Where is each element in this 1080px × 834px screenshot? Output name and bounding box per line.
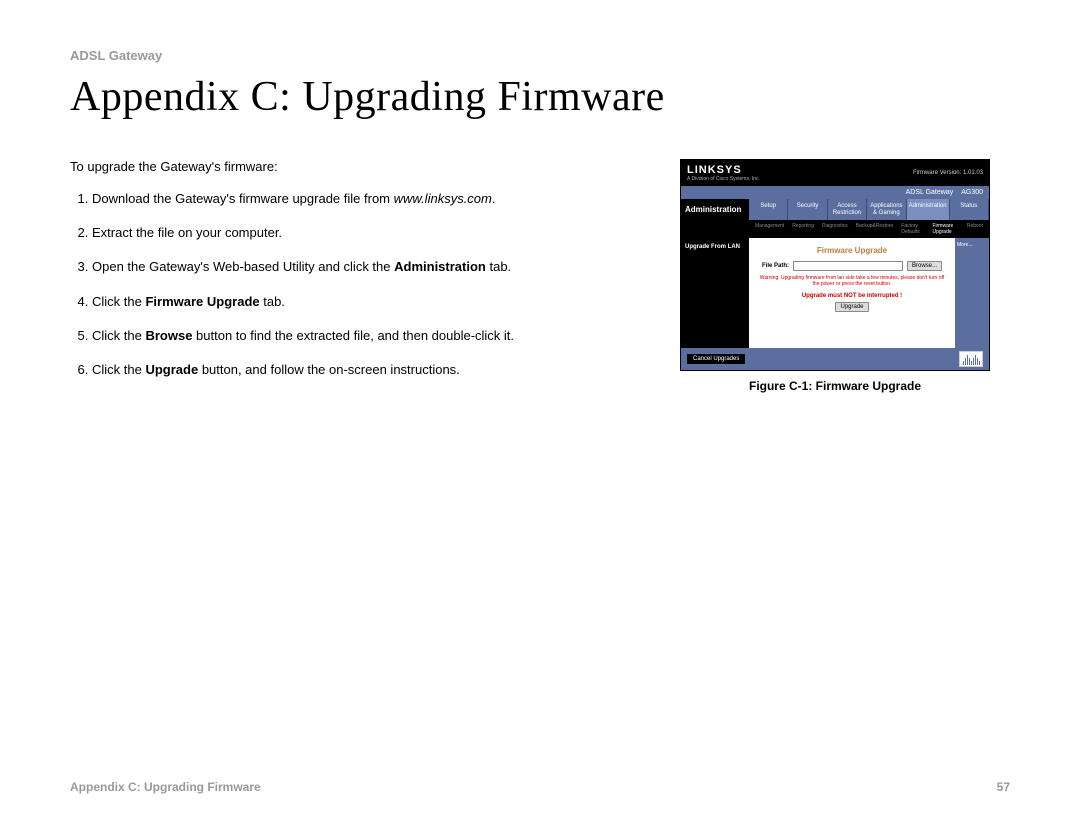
figure-column: LINKSYS A Division of Cisco Systems, Inc… <box>680 159 990 395</box>
footer-page-number: 57 <box>997 780 1010 794</box>
router-screenshot: LINKSYS A Division of Cisco Systems, Inc… <box>680 159 990 371</box>
subtab-factory[interactable]: Factory Defaults <box>899 222 926 236</box>
step-1-text-c: . <box>492 191 496 206</box>
file-input[interactable] <box>793 261 903 271</box>
subtab-reboot[interactable]: Reboot <box>965 222 985 236</box>
router-nav-label: Administration <box>681 199 749 220</box>
router-nav-row: Administration Setup Security Access Res… <box>681 199 989 220</box>
doc-header-label: ADSL Gateway <box>70 48 1010 63</box>
instructions-column: To upgrade the Gateway's firmware: Downl… <box>70 159 650 395</box>
steps-list: Download the Gateway's firmware upgrade … <box>70 190 650 379</box>
subtab-mgmt[interactable]: Management <box>753 222 786 236</box>
more-panel: More... <box>955 238 989 348</box>
step-4: Click the Firmware Upgrade tab. <box>92 293 650 311</box>
file-label: File Path: <box>762 263 789 269</box>
step-1: Download the Gateway's firmware upgrade … <box>92 190 650 208</box>
warning-text: Warning: Upgrading firmware from lan sid… <box>759 275 945 287</box>
content-row: To upgrade the Gateway's firmware: Downl… <box>70 159 1010 395</box>
step-6-text-a: Click the <box>92 362 145 377</box>
router-tabs: Setup Security Access Restriction Applic… <box>749 199 989 220</box>
file-row: File Path: Browse... <box>759 261 945 271</box>
step-6-bold: Upgrade <box>145 362 198 377</box>
subtab-diag[interactable]: Diagnostics <box>820 222 850 236</box>
step-5-bold: Browse <box>145 328 192 343</box>
cisco-logo-icon <box>959 351 983 367</box>
step-5-text-a: Click the <box>92 328 145 343</box>
cancel-button[interactable]: Cancel Upgrades <box>687 354 745 364</box>
tab-security[interactable]: Security <box>788 199 827 220</box>
router-subtabs: Management Reporting Diagnostics Backup&… <box>681 220 989 238</box>
subtab-firmware[interactable]: Firmware Upgrade <box>930 222 960 236</box>
step-3-bold: Administration <box>394 259 486 274</box>
router-form: Firmware Upgrade File Path: Browse... Wa… <box>749 238 955 348</box>
figure-caption: Figure C-1: Firmware Upgrade <box>680 379 990 393</box>
firmware-version: Firmware Version: 1.01.03 <box>913 170 983 176</box>
step-4-bold: Firmware Upgrade <box>145 294 259 309</box>
step-3-text-c: tab. <box>486 259 511 274</box>
step-2: Extract the file on your computer. <box>92 224 650 242</box>
intro-text: To upgrade the Gateway's firmware: <box>70 159 650 174</box>
router-body: Upgrade From LAN Firmware Upgrade File P… <box>681 238 989 348</box>
linksys-logo: LINKSYS <box>687 164 760 176</box>
step-3-text-a: Open the Gateway's Web-based Utility and… <box>92 259 394 274</box>
tab-apps[interactable]: Applications & Gaming <box>867 199 906 220</box>
page-footer: Appendix C: Upgrading Firmware 57 <box>70 780 1010 794</box>
tab-status[interactable]: Status <box>950 199 989 220</box>
breadcrumb-model: AG300 <box>961 189 983 196</box>
breadcrumb-gateway: ADSL Gateway <box>906 189 954 196</box>
footer-left: Appendix C: Upgrading Firmware <box>70 780 261 794</box>
page-title: Appendix C: Upgrading Firmware <box>70 73 1010 121</box>
step-5-text-c: button to find the extracted file, and t… <box>192 328 514 343</box>
step-1-text-a: Download the Gateway's firmware upgrade … <box>92 191 394 206</box>
browse-button[interactable]: Browse... <box>907 261 942 271</box>
tab-setup[interactable]: Setup <box>749 199 788 220</box>
router-footer: Cancel Upgrades <box>681 348 989 370</box>
step-1-link: www.linksys.com <box>394 191 492 206</box>
step-4-text-c: tab. <box>260 294 285 309</box>
upgrade-button[interactable]: Upgrade <box>835 302 868 312</box>
step-6: Click the Upgrade button, and follow the… <box>92 361 650 379</box>
step-4-text-a: Click the <box>92 294 145 309</box>
subtab-reporting[interactable]: Reporting <box>790 222 816 236</box>
step-3: Open the Gateway's Web-based Utility and… <box>92 258 650 276</box>
linksys-sublogo: A Division of Cisco Systems, Inc. <box>687 176 760 182</box>
step-5: Click the Browse button to find the extr… <box>92 327 650 345</box>
warning-bold: Upgrade must NOT be interrupted ! <box>759 293 945 299</box>
firmware-heading: Firmware Upgrade <box>759 246 945 255</box>
tab-access[interactable]: Access Restriction <box>828 199 867 220</box>
router-side-label: Upgrade From LAN <box>681 238 749 348</box>
tab-admin[interactable]: Administration <box>907 199 950 220</box>
router-main: Firmware Upgrade File Path: Browse... Wa… <box>749 238 989 348</box>
subtab-backup[interactable]: Backup&Restore <box>854 222 896 236</box>
router-breadcrumb: ADSL Gateway AG300 <box>681 186 989 199</box>
step-6-text-c: button, and follow the on-screen instruc… <box>198 362 460 377</box>
router-topbar: LINKSYS A Division of Cisco Systems, Inc… <box>681 160 989 186</box>
